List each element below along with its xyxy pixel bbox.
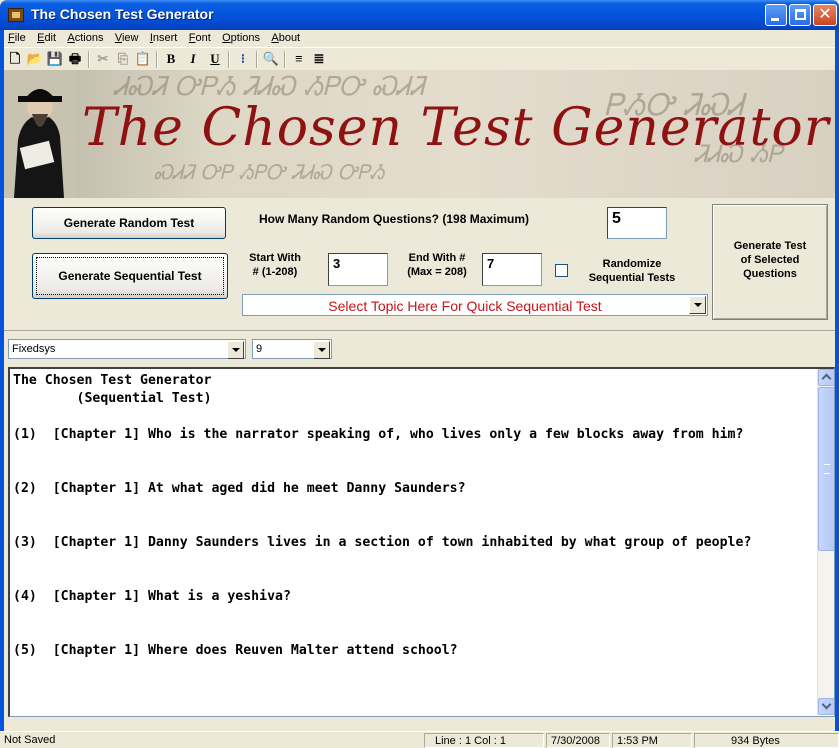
maximize-icon <box>795 9 806 20</box>
font-bar: Fixedsys 9 <box>4 330 835 366</box>
copy-icon[interactable]: ⎘ <box>114 51 132 67</box>
align-center-icon[interactable]: ≣ <box>310 51 328 67</box>
close-icon: ✕ <box>818 6 832 23</box>
how-many-label: How Many Random Questions? (198 Maximum) <box>259 212 530 226</box>
reading-figure-image <box>4 70 76 198</box>
end-with-label-line1: End With # <box>408 252 466 264</box>
chevron-down-icon[interactable] <box>227 341 244 359</box>
generate-random-test-button[interactable]: Generate Random Test <box>32 207 226 239</box>
menu-edit[interactable]: Edit <box>33 30 60 45</box>
status-bar: Not Saved Line : 1 Col : 1 7/30/2008 1:5… <box>0 731 839 748</box>
menu-file-label: ile <box>14 32 26 44</box>
font-size-select[interactable]: 9 <box>252 339 332 359</box>
start-with-label: Start With # (1-208) <box>246 251 304 279</box>
toolbar: 🗋 📂 💾 🖶 ✂ ⎘ 📋 B I U ⁝ 🔍 ≡ ≣ <box>4 47 835 70</box>
generate-selected-line2: of Selected <box>740 254 800 266</box>
menu-about[interactable]: About <box>267 30 304 45</box>
scroll-up-icon[interactable] <box>818 369 834 386</box>
vertical-scrollbar[interactable] <box>817 369 834 715</box>
window-title: The Chosen Test Generator <box>31 6 214 22</box>
scroll-down-icon[interactable] <box>818 698 834 715</box>
status-size: 934 Bytes <box>694 733 839 748</box>
topic-select-value: Select Topic Here For Quick Sequential T… <box>328 298 602 314</box>
toolbar-separator <box>284 51 286 68</box>
menu-font[interactable]: Font <box>185 30 215 45</box>
menu-about-mnemonic: A <box>271 32 279 44</box>
find-icon[interactable]: 🔍 <box>262 51 280 67</box>
paste-icon[interactable]: 📋 <box>134 51 152 67</box>
menu-bar: File Edit Actions View Insert Font Optio… <box>4 30 835 46</box>
toolbar-separator <box>256 51 258 68</box>
minimize-icon <box>771 18 779 21</box>
font-name-select[interactable]: Fixedsys <box>8 339 246 359</box>
chevron-down-icon[interactable] <box>689 296 706 314</box>
menu-actions-mnemonic: A <box>67 32 75 44</box>
menu-options[interactable]: Options <box>218 30 264 45</box>
generate-selected-test-button[interactable]: Generate Test of Selected Questions <box>712 204 828 320</box>
font-name-value: Fixedsys <box>12 343 56 355</box>
maximize-button[interactable] <box>789 4 811 26</box>
new-document-icon[interactable]: 🗋 <box>6 51 24 67</box>
menu-view[interactable]: View <box>111 30 143 45</box>
menu-view-label: iew <box>121 32 139 44</box>
start-with-label-line2: # (1-208) <box>252 266 298 278</box>
status-position: Line : 1 Col : 1 <box>424 733 544 748</box>
italic-icon[interactable]: I <box>184 51 202 67</box>
font-size-value: 9 <box>256 343 263 355</box>
chevron-down-icon[interactable] <box>313 341 330 359</box>
scroll-thumb[interactable] <box>818 387 834 551</box>
save-icon[interactable]: 💾 <box>46 51 64 67</box>
title-bar[interactable]: The Chosen Test Generator ✕ <box>0 0 839 30</box>
randomize-label-line2: Sequential Tests <box>588 272 676 284</box>
bullets-icon[interactable]: ⁝ <box>234 51 252 67</box>
menu-insert-label: nsert <box>152 32 178 44</box>
print-icon[interactable]: 🖶 <box>66 51 84 67</box>
banner-image: ᏗᏍᏘ ᎤᏢᏱ ᏘᏗᏍ ᏱᏢᎤ ᏍᏗᏘ ᏢᏱᎤ ᏘᏍᏗ ᏍᏗᏘ ᎤᏢ ᏱᏢᎤ Ꮨ… <box>4 70 835 198</box>
randomize-label: Randomize Sequential Tests <box>572 257 692 285</box>
bold-icon[interactable]: B <box>162 51 180 67</box>
menu-edit-label: dit <box>44 32 57 44</box>
generate-sequential-test-button[interactable]: Generate Sequential Test <box>32 253 228 299</box>
cut-icon[interactable]: ✂ <box>94 51 112 67</box>
start-with-label-line1: Start With <box>249 252 301 264</box>
window-border-right <box>835 30 839 731</box>
start-with-input[interactable]: 3 <box>328 253 388 286</box>
minimize-button[interactable] <box>765 4 787 26</box>
test-editor[interactable]: The Chosen Test Generator (Sequential Te… <box>8 367 835 717</box>
status-date: 7/30/2008 <box>546 733 610 748</box>
status-saved: Not Saved <box>4 734 56 746</box>
editor-content[interactable]: The Chosen Test Generator (Sequential Te… <box>13 372 813 660</box>
toolbar-separator <box>88 51 90 68</box>
app-icon[interactable] <box>8 8 24 22</box>
end-with-label-line2: (Max = 208) <box>407 266 467 278</box>
open-folder-icon[interactable]: 📂 <box>26 51 44 67</box>
menu-actions[interactable]: Actions <box>63 30 107 45</box>
end-with-label: End With # (Max = 208) <box>396 251 478 279</box>
menu-file-mnemonic: F <box>8 32 15 44</box>
control-panel: Generate Random Test Generate Sequential… <box>4 198 835 330</box>
randomize-label-line1: Randomize <box>602 258 662 270</box>
end-with-input[interactable]: 7 <box>482 253 542 286</box>
toolbar-separator <box>156 51 158 68</box>
hebrew-texture: ᏍᏗᏘ ᎤᏢ ᏱᏢᎤ ᏘᏗᏍ ᎤᏢᏱ <box>154 160 385 184</box>
menu-font-label: ont <box>195 32 211 44</box>
menu-insert[interactable]: Insert <box>146 30 182 45</box>
status-time: 1:53 PM <box>612 733 692 748</box>
topic-select[interactable]: Select Topic Here For Quick Sequential T… <box>242 294 708 316</box>
menu-about-label: bout <box>278 32 301 44</box>
align-left-icon[interactable]: ≡ <box>290 51 308 67</box>
randomize-checkbox[interactable] <box>555 264 568 277</box>
how-many-input[interactable]: 5 <box>607 207 667 239</box>
toolbar-separator <box>228 51 230 68</box>
generate-selected-line3: Questions <box>743 268 797 280</box>
menu-view-mnemonic: V <box>114 32 122 44</box>
menu-actions-label: ctions <box>74 32 104 44</box>
menu-file[interactable]: File <box>4 30 30 45</box>
menu-options-mnemonic: O <box>222 32 231 44</box>
generate-selected-line1: Generate Test <box>733 240 807 252</box>
close-button[interactable]: ✕ <box>813 4 837 26</box>
underline-icon[interactable]: U <box>206 51 224 67</box>
menu-options-label: ptions <box>230 32 261 44</box>
banner-title: The Chosen Test Generator <box>82 98 830 158</box>
